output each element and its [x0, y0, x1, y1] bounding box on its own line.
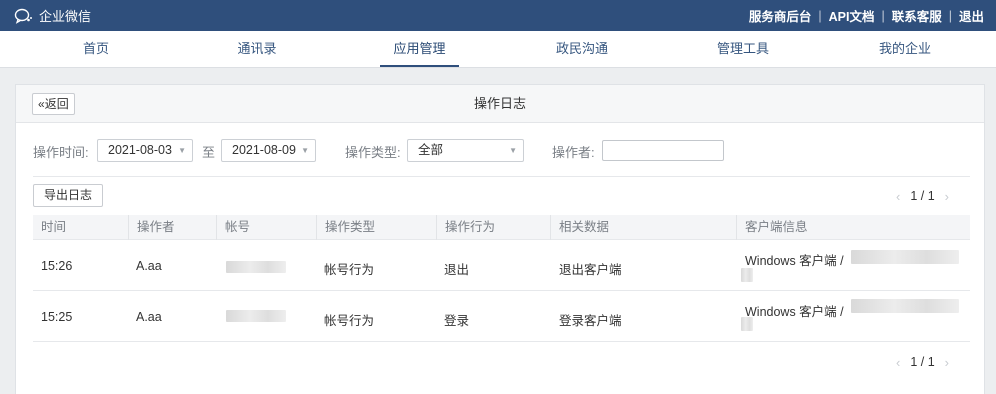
- panel-header: 操作日志 «返回: [16, 85, 984, 123]
- top-bar: 企业微信 服务商后台 | API文档 | 联系客服 | 退出: [0, 0, 996, 31]
- api-docs-link[interactable]: API文档: [829, 6, 875, 25]
- brand-name: 企业微信: [39, 9, 92, 24]
- redacted-client-info: [851, 250, 959, 264]
- active-tab-indicator: [380, 65, 459, 67]
- table-row: 15:26 A.aa 帐号行为 退出 退出客户端 Windows 客户端 /: [33, 240, 970, 291]
- caret-down-icon: ▼: [301, 146, 309, 155]
- page-indicator: 1 / 1: [910, 355, 935, 369]
- column-header-operation-type: 操作类型: [316, 215, 436, 240]
- date-to-picker[interactable]: 2021-08-09 ▼: [221, 139, 316, 162]
- next-page-icon[interactable]: ›: [945, 355, 949, 370]
- date-from-picker[interactable]: 2021-08-03 ▼: [97, 139, 193, 162]
- table-row: 15:25 A.aa 帐号行为 登录 登录客户端 Windows 客户端 /: [33, 291, 970, 342]
- prev-page-icon[interactable]: ‹: [896, 189, 900, 204]
- top-links: 服务商后台 | API文档 | 联系客服 | 退出: [749, 0, 984, 31]
- operation-type-select[interactable]: 全部 ▼: [407, 139, 524, 162]
- redacted-client-info: [741, 317, 753, 331]
- back-button[interactable]: «返回: [32, 93, 75, 115]
- cell-time: 15:25: [41, 310, 73, 324]
- redacted-client-info: [851, 299, 959, 313]
- divider: |: [948, 8, 952, 23]
- page-indicator: 1 / 1: [910, 189, 935, 203]
- double-chevron-left-icon: «: [38, 97, 45, 111]
- cell-related-data: 退出客户端: [559, 263, 622, 277]
- contact-support-link[interactable]: 联系客服: [892, 6, 942, 25]
- cell-time: 15:26: [41, 259, 73, 273]
- cell-operation-action: 登录: [444, 314, 470, 328]
- caret-down-icon: ▼: [178, 146, 186, 155]
- column-header-account: 帐号: [216, 215, 316, 240]
- column-header-operator: 操作者: [128, 215, 216, 240]
- cell-operation-type: 帐号行为: [324, 314, 375, 328]
- nav-government-communication[interactable]: 政民沟通: [542, 31, 622, 68]
- log-table-header: 时间 操作者 帐号 操作类型 操作行为 相关数据 客户端信息: [33, 215, 970, 240]
- date-to-value: 2021-08-09: [232, 143, 296, 157]
- brand[interactable]: 企业微信: [14, 0, 91, 31]
- redacted-account: [226, 261, 286, 273]
- cell-operation-action: 退出: [444, 263, 470, 277]
- next-page-icon[interactable]: ›: [945, 189, 949, 204]
- operator-input[interactable]: [602, 140, 724, 161]
- logout-link[interactable]: 退出: [959, 6, 984, 25]
- divider: [33, 176, 970, 177]
- prev-page-icon[interactable]: ‹: [896, 355, 900, 370]
- main-nav: 首页 通讯录 应用管理 政民沟通 管理工具 我的企业: [0, 31, 996, 68]
- type-label: 操作类型:: [345, 145, 401, 160]
- cell-operation-type: 帐号行为: [324, 263, 375, 277]
- cell-client-info: Windows 客户端 /: [745, 254, 844, 268]
- service-provider-link[interactable]: 服务商后台: [749, 6, 812, 25]
- column-header-time: 时间: [41, 220, 67, 234]
- cell-related-data: 登录客户端: [559, 314, 622, 328]
- divider: |: [881, 8, 885, 23]
- column-header-client-info: 客户端信息: [736, 215, 970, 240]
- wecom-logo-icon: [14, 8, 32, 24]
- operation-log-panel: 操作日志 «返回 操作时间: 2021-08-03 ▼ 至 2021-08-09…: [15, 84, 985, 394]
- nav-app-management[interactable]: 应用管理: [380, 31, 459, 68]
- date-from-value: 2021-08-03: [108, 143, 172, 157]
- operator-label: 操作者:: [552, 145, 595, 160]
- to-label: 至: [202, 145, 216, 160]
- pagination-bottom: ‹ 1 / 1 ›: [896, 353, 949, 371]
- back-label: 返回: [44, 97, 69, 111]
- page-title: 操作日志: [473, 96, 526, 111]
- cell-operator: A.aa: [136, 310, 162, 324]
- pagination-top: ‹ 1 / 1 ›: [896, 187, 949, 205]
- nav-management-tools[interactable]: 管理工具: [703, 31, 783, 68]
- caret-down-icon: ▼: [509, 146, 517, 155]
- redacted-client-info: [741, 268, 753, 282]
- export-log-button[interactable]: 导出日志: [33, 184, 104, 207]
- operation-type-value: 全部: [418, 143, 444, 157]
- divider: |: [818, 8, 822, 23]
- nav-my-enterprise[interactable]: 我的企业: [865, 31, 945, 68]
- nav-contacts[interactable]: 通讯录: [217, 31, 297, 68]
- redacted-account: [226, 310, 286, 322]
- cell-client-info: Windows 客户端 /: [745, 305, 844, 319]
- nav-home[interactable]: 首页: [56, 31, 136, 68]
- cell-operator: A.aa: [136, 259, 162, 273]
- column-header-operation-action: 操作行为: [436, 215, 550, 240]
- column-header-related-data: 相关数据: [550, 215, 736, 240]
- time-label: 操作时间:: [33, 145, 89, 160]
